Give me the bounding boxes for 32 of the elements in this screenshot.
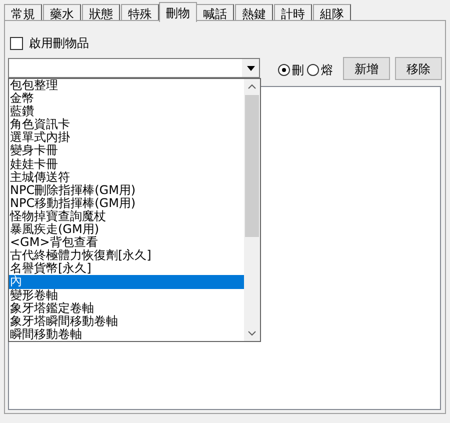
dropdown-item[interactable]: 象牙塔瞬間移動卷軸: [9, 314, 244, 328]
scrollbar-thumb[interactable]: [245, 95, 259, 237]
dropdown-item[interactable]: 古代終極體力恢復劑[永久]: [9, 249, 244, 262]
tab[interactable]: 刪物: [159, 2, 197, 22]
checkbox[interactable]: [10, 36, 23, 50]
dropdown-item[interactable]: 金幣: [9, 92, 244, 106]
scroll-up-icon[interactable]: [248, 84, 256, 89]
dropdown-item[interactable]: NPC移動指揮棒(GM用): [9, 196, 244, 210]
dropdown-item[interactable]: 娃娃卡冊: [9, 158, 244, 171]
dropdown-item[interactable]: 角色資訊卡: [9, 118, 244, 132]
dropdown-item[interactable]: 名譽貨幣[永久]: [9, 262, 244, 276]
dropdown-item[interactable]: 變形卷軸: [9, 288, 244, 302]
radio-label: 刪: [292, 62, 304, 79]
dropdown-item[interactable]: 包包整理: [9, 79, 244, 92]
scroll-down-icon[interactable]: [248, 331, 256, 336]
dropdown-item[interactable]: 怪物掉寶查詢魔杖: [9, 210, 244, 224]
button[interactable]: 移除: [395, 57, 442, 80]
dropdown-item[interactable]: 內: [9, 275, 244, 288]
dropdown-item[interactable]: 主城傳送符: [9, 170, 244, 184]
dropdown-item[interactable]: 暴風疾走(GM用): [9, 223, 244, 236]
dropdown-item[interactable]: <GM>背包查看: [9, 236, 244, 250]
radio-label: 熔: [321, 62, 333, 79]
dropdown-item[interactable]: 選單式內掛: [9, 131, 244, 144]
scrollbar[interactable]: [244, 79, 260, 341]
dropdown-item[interactable]: 藍鑽: [9, 105, 244, 118]
item-combobox[interactable]: [8, 58, 260, 78]
dropdown-item[interactable]: NPC刪除指揮棒(GM用): [9, 184, 244, 197]
button[interactable]: 新增: [343, 57, 390, 80]
dropdown-item[interactable]: 瞬間移動卷軸: [9, 328, 244, 341]
dropdown-item[interactable]: 象牙塔鑑定卷軸: [9, 302, 244, 315]
dropdown-item[interactable]: 變身卡冊: [9, 144, 244, 158]
checkbox-label: 啟用刪物品: [29, 35, 89, 52]
